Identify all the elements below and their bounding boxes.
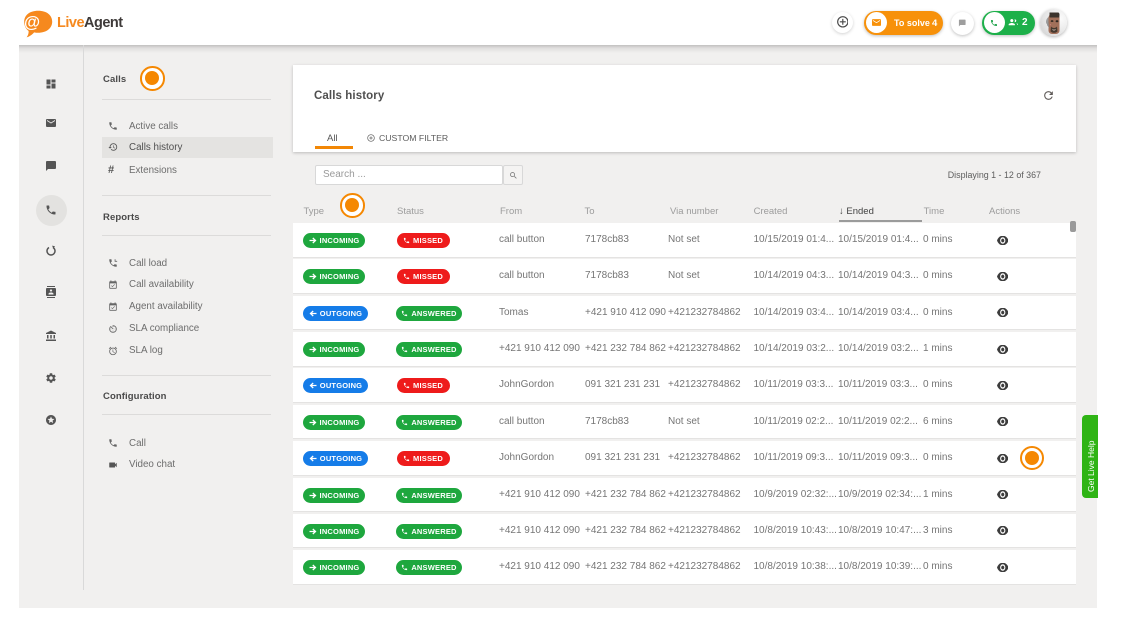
svg-text:@: @	[24, 14, 40, 32]
